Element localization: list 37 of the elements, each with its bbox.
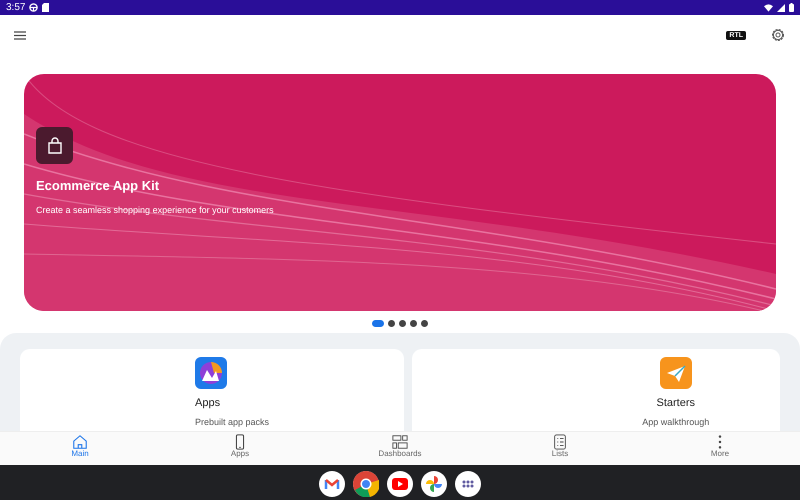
carousel-dot[interactable] [388,320,395,327]
signal-icon [777,4,785,12]
steering-wheel-icon [29,3,38,12]
app-grid-icon[interactable] [455,471,481,497]
paper-plane-icon [660,357,692,389]
carousel-dot[interactable] [421,320,428,327]
shopping-bag-icon [36,127,73,164]
nav-tab[interactable]: More [640,432,800,465]
feature-card[interactable]: Starters App walkthrough [412,349,780,431]
card-subtitle: App walkthrough [642,416,710,429]
nav-tab[interactable]: Dashboards [320,432,480,465]
pinwheel-icon[interactable] [421,471,447,497]
card-subtitle: Prebuilt app packs [195,416,270,429]
banner-subtitle: Create a seamless shopping experience for your customers [36,204,275,217]
card-title: Starters [656,396,695,411]
nav-tab[interactable]: Main [0,432,160,465]
wifi-icon [764,4,773,12]
more-icon [718,434,722,450]
carousel-dot[interactable] [410,320,417,327]
banner-title: Ecommerce App Kit [36,177,160,195]
menu-icon[interactable] [14,30,26,40]
feature-card[interactable]: Apps Prebuilt app packs [20,349,404,431]
dashboard-icon [392,434,408,450]
settings-icon[interactable] [770,27,786,43]
sd-card-icon [42,3,50,12]
nav-tab[interactable]: Lists [480,432,640,465]
card-title: Apps [195,396,220,411]
home-icon [72,434,88,450]
nav-tab[interactable]: Apps [160,432,320,465]
browser-icon[interactable] [353,471,379,497]
play-icon[interactable] [387,471,413,497]
list-icon [552,434,568,450]
status-time: 3:57 [6,1,26,15]
mail-icon[interactable] [319,471,345,497]
app-logo-icon [195,357,227,389]
carousel-dot[interactable] [399,320,406,327]
battery-icon [789,3,794,12]
